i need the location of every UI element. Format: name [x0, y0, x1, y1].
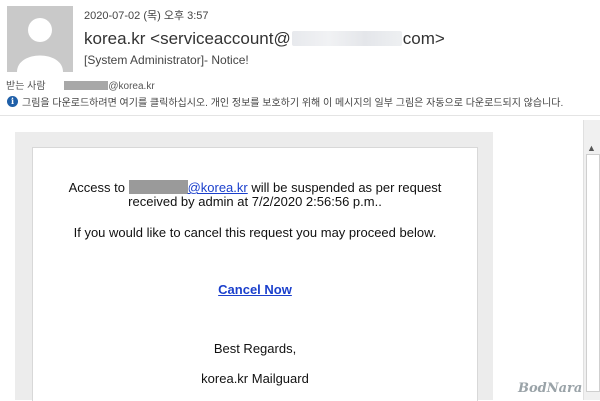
to-label: 받는 사람 — [6, 81, 46, 92]
vertical-scrollbar[interactable]: ▲ — [583, 120, 600, 400]
sender-email-suffix: com> — [402, 29, 445, 48]
cancel-now-link[interactable]: Cancel Now — [33, 282, 477, 297]
sender-line[interactable]: korea.kr <serviceaccount@ com> — [84, 29, 445, 49]
sender-name: korea.kr — [84, 29, 146, 48]
sender-email-prefix: <serviceaccount@ — [150, 29, 291, 48]
email-header: 2020-07-02 (목) 오후 3:57 korea.kr <service… — [0, 0, 600, 120]
sender-avatar-icon — [7, 6, 73, 72]
redacted-recipient — [64, 81, 109, 90]
blurred-domain — [291, 31, 402, 46]
watermark-logo: BodNara — [518, 381, 583, 396]
closing-regards: Best Regards, — [213, 341, 297, 356]
message-body: Access to @korea.kr will be suspended as… — [0, 120, 583, 401]
access-line: Access to @korea.kr will be suspended as… — [33, 180, 477, 195]
suspended-text: will be suspended as per request — [251, 180, 442, 195]
redacted-account — [128, 180, 188, 194]
recipient-address: @korea.kr — [108, 81, 155, 92]
picture-download-infobar[interactable]: i 그림을 다운로드하려면 여기를 클릭하십시오. 개인 정보를 보호하기 위해… — [7, 94, 563, 109]
signature: korea.kr Mailguard — [201, 371, 309, 386]
message-content: Access to @korea.kr will be suspended as… — [32, 147, 478, 401]
email-date: 2020-07-02 (목) 오후 3:57 — [84, 10, 209, 22]
email-subject: [System Administrator]- Notice! — [84, 53, 249, 67]
header-divider — [0, 115, 600, 116]
domain-link[interactable]: @korea.kr — [188, 180, 248, 195]
cancel-prompt: If you would like to cancel this request… — [73, 225, 437, 240]
access-to-text: Access to — [68, 180, 125, 195]
infobar-text: 그림을 다운로드하려면 여기를 클릭하십시오. 개인 정보를 보호하기 위해 이… — [22, 98, 564, 109]
received-line: received by admin at 7/2/2020 2:56:56 p.… — [128, 194, 382, 209]
recipient-line: 받는 사람 @korea.kr — [6, 77, 155, 92]
scrollbar-thumb[interactable] — [586, 154, 600, 392]
triangle-up-icon[interactable]: ▲ — [587, 143, 596, 153]
info-icon: i — [7, 96, 18, 107]
message-card: Access to @korea.kr will be suspended as… — [15, 132, 493, 401]
